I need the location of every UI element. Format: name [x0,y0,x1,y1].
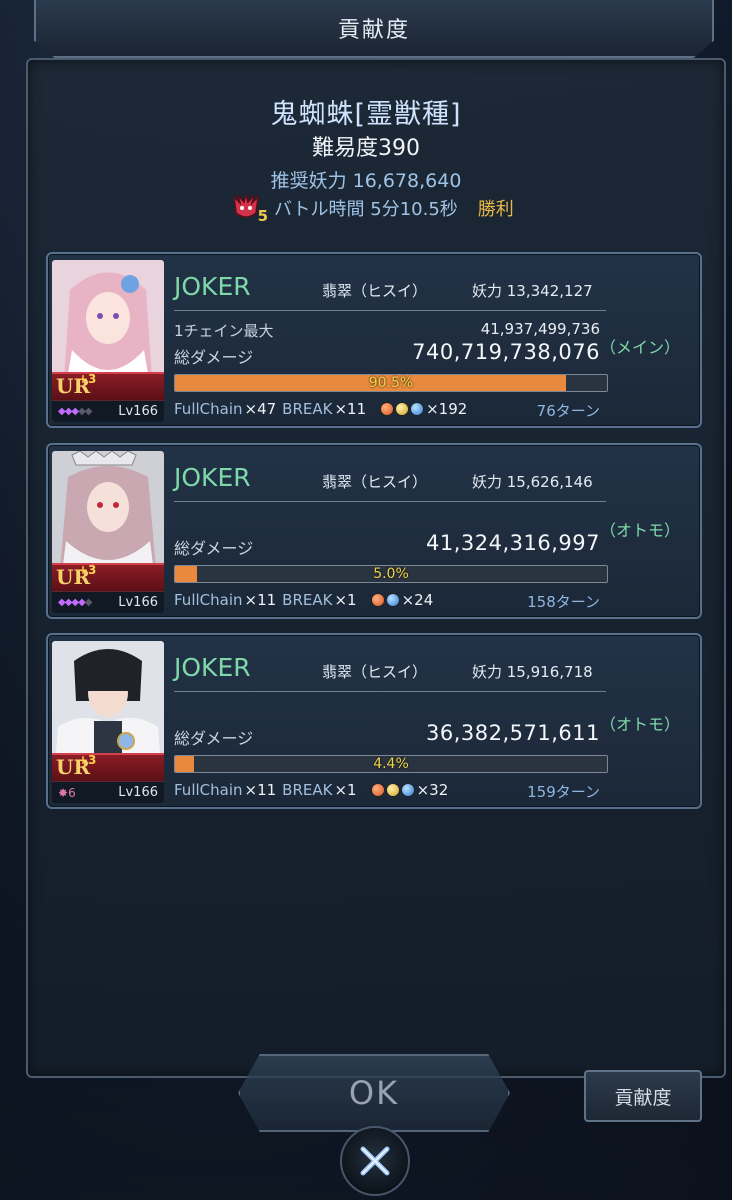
page-title: 貢献度 [337,18,410,43]
break-label: BREAK [282,400,333,418]
role-label: （メイン） [599,338,680,357]
contribution-bar: 90.5% [174,374,608,392]
blue-orb-icon [385,593,400,607]
contribution-bar: 4.4% [174,755,608,773]
battle-time: バトル時間 5分10.5秒 [274,199,458,220]
role-label: （オトモ） [599,521,680,540]
stats-row: FullChain ×11 BREAK ×1 ×32 [174,781,454,799]
break-count: ×1 [334,591,357,609]
character-level: Lv166 [118,595,158,610]
player-name: JOKER [174,463,251,492]
title-bar: 貢献度 [34,0,714,58]
contribution-button[interactable]: 貢献度 [584,1070,702,1122]
break-count: ×1 [334,781,357,799]
contribution-percent: 5.0% [373,566,409,582]
fullchain-label: FullChain [174,591,243,609]
red-orb-icon [380,402,395,416]
role-label: （オトモ） [599,715,680,734]
battle-info-row: 5 バトル時間 5分10.5秒 勝利 [230,190,514,226]
contribution-percent: 90.5% [368,375,414,391]
player-power: 妖力 15,916,718 [472,663,593,681]
turn-count: 159ターン [527,783,600,801]
fullchain-label: FullChain [174,400,243,418]
boss-name: 鬼蜘蛛[霊獣種] [270,99,462,130]
rarity-plus: +3 [78,563,97,577]
rarity-plus: +3 [78,372,97,386]
character-level: Lv166 [118,404,158,419]
demon-boss-icon: 5 [230,191,268,225]
yellow-orb-icon [395,402,410,416]
close-button[interactable] [340,1126,410,1196]
max-chain-label: 1チェイン最大 [174,322,274,340]
orb-icons [370,783,415,797]
red-orb-icon [370,593,385,607]
orb-icons [370,593,400,607]
ok-button[interactable]: OK [238,1054,510,1132]
player-power: 妖力 15,626,146 [472,473,593,491]
break-label: BREAK [282,781,333,799]
fullchain-count: ×11 [244,781,277,799]
player-power: 妖力 13,342,127 [472,282,593,300]
total-damage-value: 36,382,571,611 [426,721,600,745]
battle-result: 勝利 [477,199,514,220]
player-card-2[interactable]: UR +3 ◆◆◆◆◆ Lv166 JOKER 翡翠（ヒスイ） 妖力 15,62… [46,443,702,619]
player-attribute: 翡翠（ヒスイ） [322,282,428,300]
divider [174,501,606,502]
rarity-frame: UR +3 [52,372,164,400]
portrait-footer: ◆◆◆◆◆ Lv166 [52,591,164,613]
break-count: ×11 [334,400,367,418]
portrait-footer: ✸6 Lv166 [52,781,164,803]
total-damage-value: 740,719,738,076 [412,340,600,364]
difficulty-label: 難易度390 [312,136,420,161]
total-damage-label: 総ダメージ [174,348,254,367]
recommended-power: 推奨妖力 16,678,640 [270,170,462,192]
rarity-frame: UR +3 [52,753,164,781]
contribution-button-label: 貢献度 [614,1086,672,1109]
total-damage-label: 総ダメージ [174,729,254,748]
player-card-3[interactable]: UR +3 ✸6 Lv166 JOKER 翡翠（ヒスイ） 妖力 15,916,7… [46,633,702,809]
red-orb-icon [370,783,385,797]
star-count-value: 6 [68,785,76,800]
player-name: JOKER [174,653,251,682]
character-portrait: UR +3 ◆◆◆◆◆ Lv166 [52,260,164,422]
blue-orb-icon [410,402,425,416]
divider [174,691,606,692]
portrait-footer: ◆◆◆◆◆ Lv166 [52,400,164,422]
awakening-stars-icon: ◆◆◆◆◆ [58,406,92,417]
player-attribute: 翡翠（ヒスイ） [322,663,428,681]
rarity-plus: +3 [78,753,97,767]
character-level: Lv166 [118,785,158,800]
fullchain-count: ×47 [244,400,277,418]
stats-row: FullChain ×11 BREAK ×1 ×24 [174,591,439,609]
total-damage-value: 41,324,316,997 [426,531,600,555]
contribution-percent: 4.4% [373,756,409,772]
orb-count: ×32 [416,781,449,799]
turn-count: 158ターン [527,593,600,611]
break-label: BREAK [282,591,333,609]
orb-count: ×192 [426,400,468,418]
divider [174,310,606,311]
player-attribute: 翡翠（ヒスイ） [322,473,428,491]
character-portrait: UR +3 ✸6 Lv166 [52,641,164,803]
player-name: JOKER [174,272,251,301]
max-chain-value: 41,937,499,736 [480,320,600,338]
orb-count: ×24 [401,591,434,609]
total-damage-label: 総ダメージ [174,539,254,558]
awakening-stars-icon: ◆◆◆◆◆ [58,597,92,608]
ok-button-label: OK [348,1074,400,1112]
rarity-frame: UR +3 [52,563,164,591]
character-portrait: UR +3 ◆◆◆◆◆ Lv166 [52,451,164,613]
player-card-1[interactable]: UR +3 ◆◆◆◆◆ Lv166 JOKER 翡翠（ヒスイ） 妖力 13,34… [46,252,702,428]
turn-count: 76ターン [536,402,600,420]
orb-icons [380,402,425,416]
fullchain-label: FullChain [174,781,243,799]
close-x-icon [360,1146,390,1176]
stats-row: FullChain ×47 BREAK ×11 ×192 [174,400,473,418]
blue-orb-icon [400,783,415,797]
contribution-bar: 5.0% [174,565,608,583]
star-count: ✸6 [58,785,76,800]
yellow-orb-icon [385,783,400,797]
fullchain-count: ×11 [244,591,277,609]
boss-badge-level: 5 [257,207,268,225]
